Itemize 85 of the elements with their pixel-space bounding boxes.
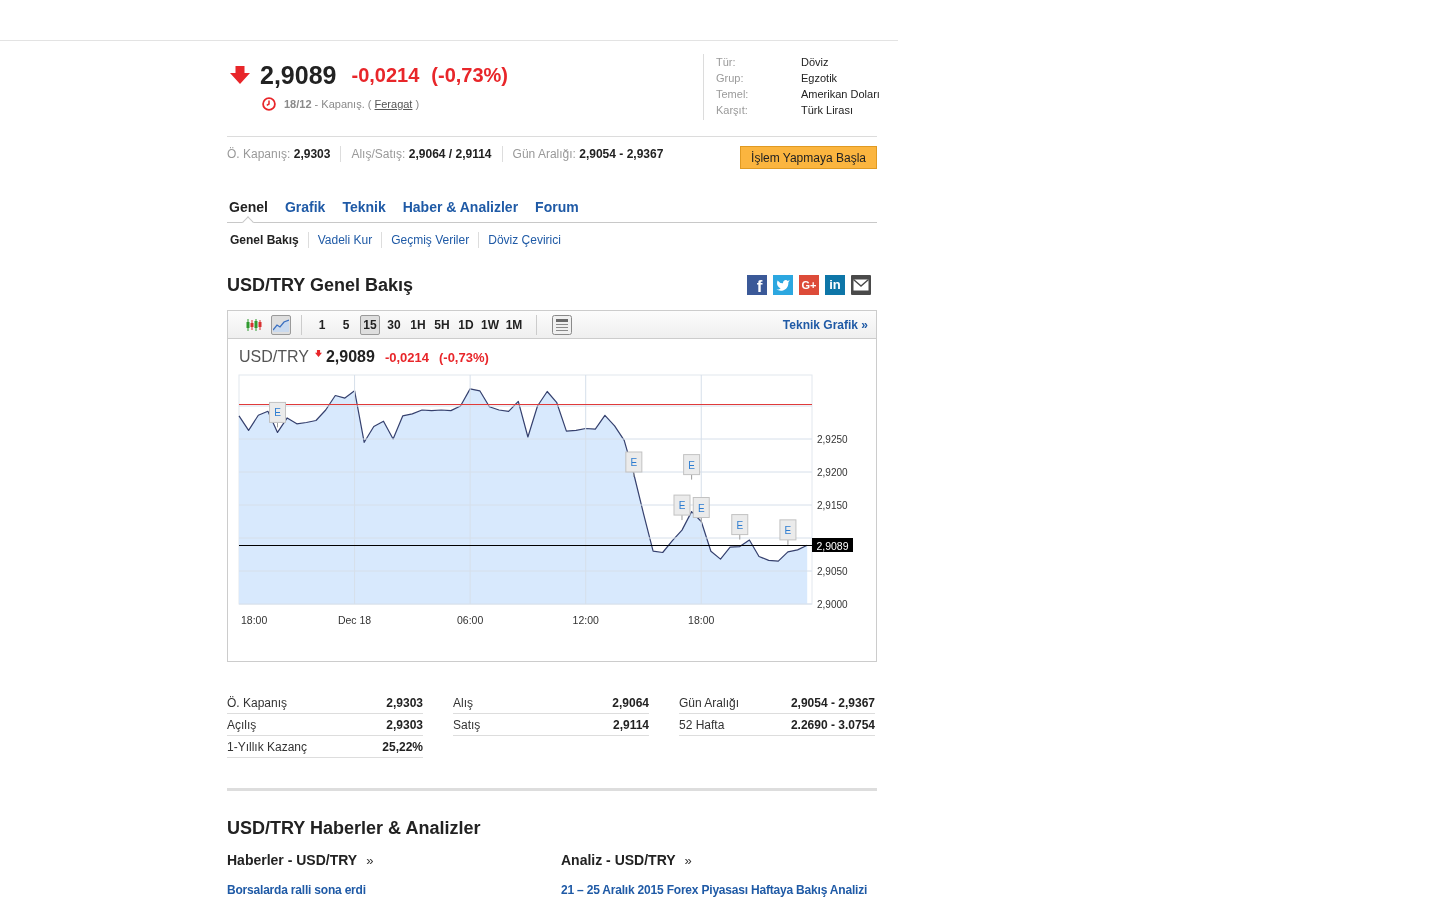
window-icon[interactable] bbox=[552, 314, 572, 335]
stat-value: 2,9303 bbox=[386, 695, 423, 710]
stat-label: 52 Hafta bbox=[679, 717, 725, 732]
clock-icon bbox=[262, 97, 276, 111]
stat-value: 2,9303 bbox=[386, 717, 423, 732]
info-value: Amerikan Doları bbox=[801, 88, 880, 100]
interval-button[interactable]: 5 bbox=[336, 314, 356, 335]
info-label: Karşıt: bbox=[716, 104, 749, 116]
envelope-icon[interactable] bbox=[851, 275, 871, 295]
x-axis-label: 06:00 bbox=[457, 614, 484, 626]
y-axis-label: 2,9200 bbox=[817, 467, 848, 478]
x-axis-label: Dec 18 bbox=[337, 614, 372, 626]
news-column-title[interactable]: Analiz - USD/TRY bbox=[561, 852, 676, 868]
section-heading: USD/TRY Genel Bakış bbox=[227, 274, 414, 296]
interval-button[interactable]: 1H bbox=[408, 314, 428, 335]
more-arrow[interactable]: » bbox=[684, 852, 692, 868]
candlestick-icon bbox=[246, 317, 262, 332]
info-value: Döviz bbox=[801, 56, 830, 68]
summary-value: 2,9064 / 2,9114 bbox=[408, 147, 492, 161]
info-label: Temel: bbox=[716, 88, 750, 100]
stat-label: Satış bbox=[453, 717, 481, 732]
nav-tab[interactable]: Forum bbox=[535, 197, 579, 222]
x-axis-label: 18:00 bbox=[688, 614, 715, 626]
line-chart-icon bbox=[273, 317, 289, 332]
interval-button[interactable]: 5H bbox=[432, 314, 452, 335]
summary-label: Gün Aralığı: bbox=[512, 147, 576, 161]
interval-button[interactable]: 1D bbox=[456, 314, 476, 335]
chart-price: 2,9089 bbox=[325, 348, 375, 366]
info-label: Grup: bbox=[716, 72, 745, 84]
interval-button[interactable]: 30 bbox=[384, 314, 404, 335]
stat-value: 2,9054 - 2,9367 bbox=[790, 695, 875, 710]
chart-type-button[interactable] bbox=[271, 314, 291, 335]
facebook-share-button[interactable]: f bbox=[747, 275, 767, 295]
quote-status-note: 18/12 - Kapanış. ( Feragat ) bbox=[284, 97, 420, 112]
price-change: -0,0214 bbox=[351, 63, 420, 88]
y-axis-label: 2,9050 bbox=[817, 566, 848, 577]
nav-tab[interactable]: Teknik bbox=[342, 197, 386, 222]
info-label: Tür: bbox=[716, 56, 737, 68]
price-change-percent: (-0,73%) bbox=[431, 63, 508, 88]
summary-label: Alış/Satış: bbox=[351, 147, 406, 161]
stat-label: Gün Aralığı bbox=[679, 695, 740, 710]
stat-value: 2,9114 bbox=[612, 717, 649, 732]
interval-button[interactable]: 1 bbox=[312, 314, 332, 335]
interval-button[interactable]: 15 bbox=[360, 314, 380, 335]
chart-symbol: USD/TRY bbox=[239, 348, 309, 366]
twitter-icon[interactable] bbox=[773, 275, 793, 295]
news-column-title[interactable]: Haberler - USD/TRY bbox=[227, 852, 358, 868]
sub-nav-tab[interactable]: Vadeli Kur bbox=[307, 232, 382, 248]
last-price: 2,9089 bbox=[260, 60, 337, 91]
news-link[interactable]: 21 – 25 Aralık 2015 Forex Piyasası Haftaya Bakış Analizi bbox=[561, 882, 877, 898]
y-axis-label: 2,9250 bbox=[817, 434, 848, 445]
y-axis-label: 2,9150 bbox=[817, 500, 848, 511]
google-plus-share-button[interactable]: G+ bbox=[799, 275, 819, 295]
interval-button[interactable]: 1W bbox=[480, 314, 500, 335]
news-heading: USD/TRY Haberler & Analizler bbox=[227, 817, 482, 839]
price-tag: 2,9089 bbox=[812, 538, 853, 552]
stat-label: 1-Yıllık Kazanç bbox=[227, 739, 308, 754]
summary-value: 2,9054 - 2,9367 bbox=[579, 147, 664, 161]
x-axis-label: 12:00 bbox=[572, 614, 599, 626]
stat-value: 25,22% bbox=[382, 739, 423, 754]
info-value: Egzotik bbox=[801, 72, 839, 84]
sub-nav-tab[interactable]: Döviz Çevirici bbox=[478, 232, 570, 248]
chart-change: -0,0214 bbox=[384, 349, 429, 365]
start-trading-button[interactable]: İşlem Yapmaya Başla bbox=[740, 146, 877, 169]
news-link[interactable]: Borsalarda ralli sona erdi bbox=[227, 882, 561, 898]
chart-change-percent: (-0,73%) bbox=[438, 349, 489, 365]
nav-tab[interactable]: Haber & Analizler bbox=[402, 197, 519, 222]
stat-value: 2,9064 bbox=[612, 695, 649, 710]
technical-chart-link[interactable]: Teknik Grafik » bbox=[782, 317, 868, 332]
disclaimer-link[interactable]: Feragat bbox=[374, 98, 413, 110]
stat-label: Açılış bbox=[227, 717, 257, 732]
y-axis-label: 2,9000 bbox=[817, 599, 848, 610]
sub-nav-tab[interactable]: Genel Bakış bbox=[227, 232, 308, 248]
info-value: Türk Lirası bbox=[801, 104, 854, 116]
interval-button[interactable]: 1M bbox=[504, 314, 524, 335]
more-arrow[interactable]: » bbox=[366, 852, 374, 868]
stat-label: Alış bbox=[453, 695, 473, 710]
summary-label: Ö. Kapanış: bbox=[227, 147, 291, 161]
x-axis-label: 18:00 bbox=[241, 614, 268, 626]
sub-nav-tab[interactable]: Geçmiş Veriler bbox=[381, 232, 479, 248]
stat-value: 2.2690 - 3.0754 bbox=[790, 717, 875, 732]
nav-tab[interactable]: Grafik bbox=[284, 197, 326, 222]
summary-value: 2,9303 bbox=[293, 147, 331, 161]
stat-label: Ö. Kapanış bbox=[227, 695, 288, 710]
linkedin-share-button[interactable]: in bbox=[825, 275, 845, 295]
